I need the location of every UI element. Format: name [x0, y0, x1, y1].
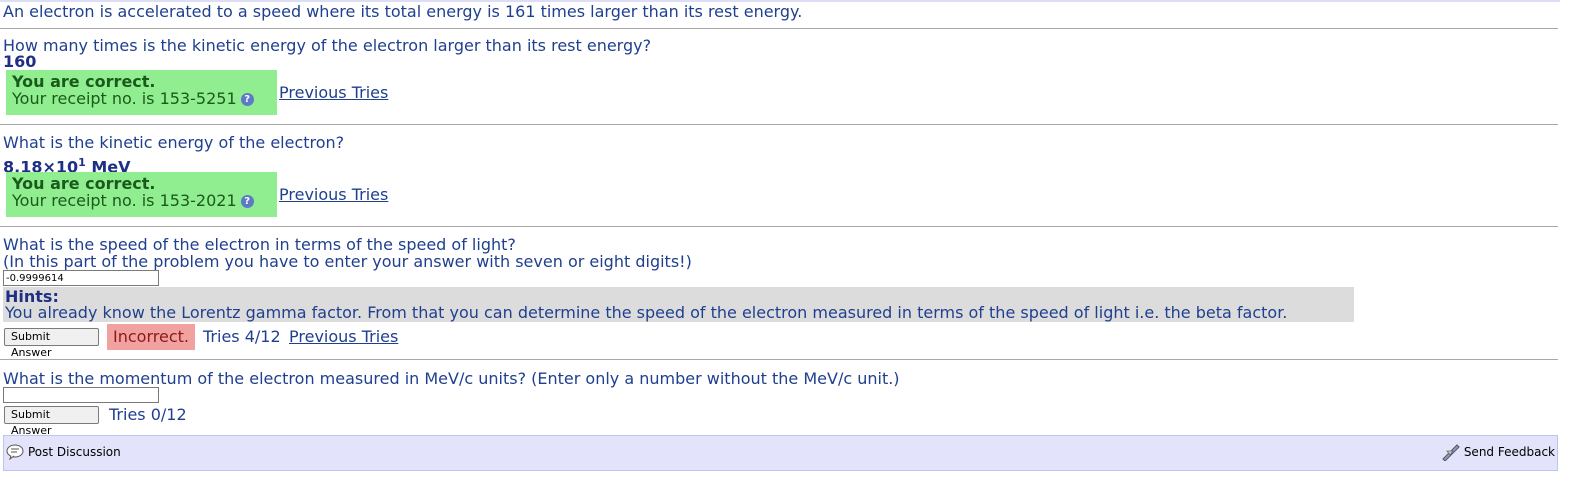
previous-tries-2-wrap: Previous Tries: [279, 186, 388, 204]
post-discussion-button[interactable]: Post Discussion: [6, 444, 121, 460]
feedback-icon: [1442, 444, 1460, 461]
hints-text: You already know the Lorentz gamma facto…: [5, 303, 1288, 322]
help-icon[interactable]: ?: [240, 93, 254, 106]
question-4: What is the momentum of the electron mea…: [3, 369, 900, 388]
problem-statement: An electron is accelerated to a speed wh…: [3, 2, 803, 21]
submit-answer-button[interactable]: Submit Answer: [4, 406, 99, 437]
receipt-text: Your receipt no. is 153-2021: [12, 191, 237, 210]
divider: [0, 226, 1558, 227]
send-feedback-label: Send Feedback: [1463, 445, 1555, 459]
receipt-line: Your receipt no. is 153-2021?: [12, 192, 271, 209]
footer-bar: Post Discussion Send Feedback: [3, 435, 1558, 471]
hints-panel: Hints: You already know the Lorentz gamm…: [3, 287, 1354, 322]
help-icon[interactable]: ?: [240, 195, 254, 208]
divider: [0, 28, 1558, 29]
previous-tries-link[interactable]: Previous Tries: [279, 185, 388, 204]
previous-tries-3-wrap: Previous Tries: [289, 328, 398, 346]
receipt-line: Your receipt no. is 153-5251?: [12, 90, 271, 107]
answer-1: 160: [3, 52, 37, 71]
correct-title: You are correct.: [12, 72, 156, 91]
post-discussion-label: Post Discussion: [28, 445, 121, 459]
momentum-answer-input[interactable]: [3, 387, 159, 403]
previous-tries-1-wrap: Previous Tries: [279, 84, 388, 102]
question-2: What is the kinetic energy of the electr…: [3, 133, 345, 152]
tries-count: Tries 4/12: [203, 327, 281, 346]
question-1: How many times is the kinetic energy of …: [3, 36, 652, 55]
previous-tries-link[interactable]: Previous Tries: [279, 83, 388, 102]
previous-tries-link[interactable]: Previous Tries: [289, 327, 398, 346]
divider: [0, 124, 1558, 125]
question-3-note: (In this part of the problem you have to…: [3, 252, 692, 271]
submit-answer-button[interactable]: Submit Answer: [4, 328, 99, 359]
answer-exponent: 1: [78, 156, 86, 169]
speed-answer-input[interactable]: [3, 270, 159, 286]
discussion-icon: [6, 444, 24, 460]
send-feedback-button[interactable]: Send Feedback: [1441, 443, 1555, 461]
correct-status-box: You are correct. Your receipt no. is 153…: [6, 70, 277, 115]
correct-title: You are correct.: [12, 174, 156, 193]
incorrect-status: Incorrect.: [107, 324, 195, 350]
tries-count: Tries 0/12: [109, 405, 187, 424]
divider: [0, 359, 1558, 360]
correct-status-box: You are correct. Your receipt no. is 153…: [6, 172, 277, 217]
receipt-text: Your receipt no. is 153-5251: [12, 89, 237, 108]
